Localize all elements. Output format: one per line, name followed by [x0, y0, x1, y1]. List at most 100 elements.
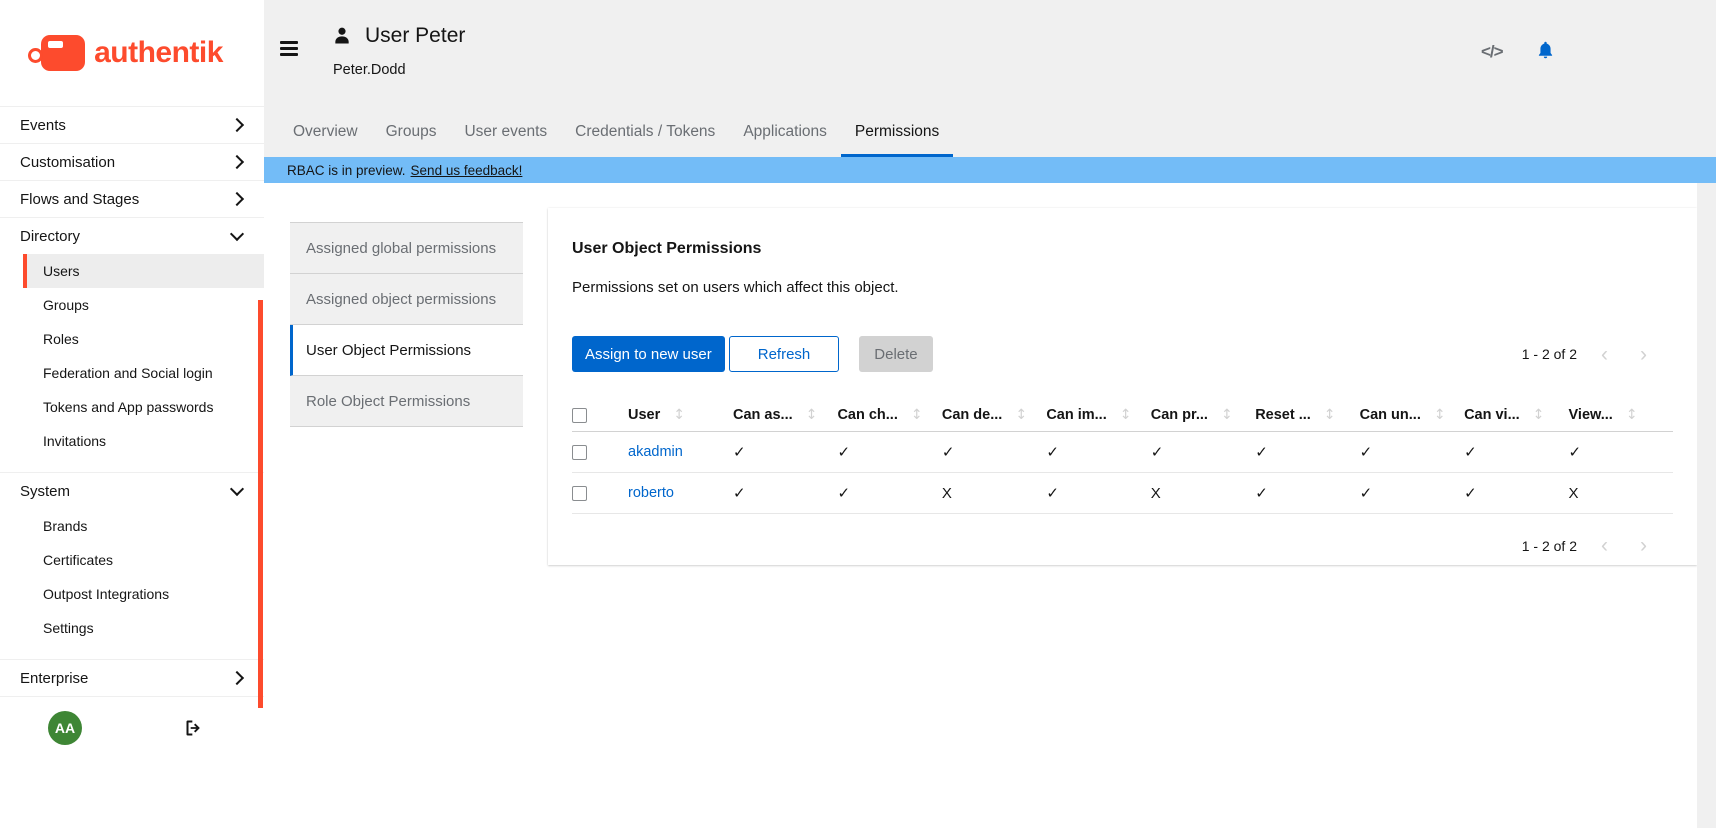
subtab-label: Assigned object permissions: [306, 291, 496, 308]
subtab-assigned-global-permissions[interactable]: Assigned global permissions: [290, 222, 523, 274]
perm-value: ✓: [1046, 444, 1059, 461]
sidebar-item-label: Settings: [43, 620, 94, 636]
chevron-down-icon: [230, 227, 244, 241]
authentik-logo[interactable]: authentik: [0, 0, 264, 106]
sort-icon[interactable]: ↕: [1120, 407, 1132, 423]
tab-applications[interactable]: Applications: [729, 107, 841, 157]
perm-value: X: [1151, 485, 1161, 502]
sort-icon[interactable]: ↕: [1533, 407, 1545, 423]
sidebar-item-label: Directory: [20, 228, 80, 245]
user-link[interactable]: akadmin: [628, 444, 683, 460]
pagination-prev-icon[interactable]: ‹: [1601, 535, 1608, 556]
chevron-right-icon: [230, 118, 244, 132]
sidebar-item-directory[interactable]: Directory: [0, 217, 264, 254]
sidebar-item-enterprise[interactable]: Enterprise: [0, 659, 264, 696]
banner-text: RBAC is in preview.: [287, 163, 406, 178]
sidebar-item-invitations[interactable]: Invitations: [23, 424, 264, 458]
sidebar-item-label: Groups: [43, 297, 89, 313]
perm-value: ✓: [837, 444, 850, 461]
app-window: authentik Events Customisation Flows and…: [0, 0, 1716, 828]
sidebar-item-federation[interactable]: Federation and Social login: [23, 356, 264, 390]
feedback-link[interactable]: Send us feedback!: [411, 163, 523, 178]
perm-value: ✓: [1360, 444, 1373, 461]
refresh-button[interactable]: Refresh: [729, 336, 840, 372]
card-description: Permissions set on users which affect th…: [572, 279, 1673, 296]
delete-button[interactable]: Delete: [859, 336, 932, 372]
sort-icon[interactable]: ↕: [1324, 407, 1336, 423]
sidebar-item-users[interactable]: Users: [23, 254, 264, 288]
tab-user-events[interactable]: User events: [450, 107, 561, 157]
tab-bar: Overview Groups User events Credentials …: [264, 107, 953, 157]
sort-icon[interactable]: ↕: [911, 407, 923, 423]
page-scrollbar[interactable]: [1697, 183, 1716, 828]
chevron-down-icon: [230, 482, 244, 496]
sidebar-item-label: Federation and Social login: [43, 365, 213, 381]
sort-icon[interactable]: ↕: [1626, 407, 1638, 423]
subtab-label: Role Object Permissions: [306, 393, 470, 410]
chevron-right-icon: [230, 192, 244, 206]
select-all-checkbox[interactable]: [572, 408, 587, 423]
sidebar-item-roles[interactable]: Roles: [23, 322, 264, 356]
tab-label: Groups: [386, 123, 437, 141]
sidebar-item-label: Certificates: [43, 552, 113, 568]
sort-icon[interactable]: ↕: [806, 407, 818, 423]
tab-label: Permissions: [855, 123, 939, 141]
pagination-next-icon[interactable]: ›: [1640, 535, 1647, 556]
subtab-user-object-permissions[interactable]: User Object Permissions: [290, 325, 523, 376]
authentik-logo-icon: [41, 35, 85, 71]
column-header-can-delete: Can de...↕: [942, 399, 1046, 432]
hamburger-menu-icon[interactable]: [280, 41, 298, 60]
sidebar-item-flows-and-stages[interactable]: Flows and Stages: [0, 180, 264, 217]
perm-value: ✓: [1569, 444, 1582, 461]
sidebar-item-label: Invitations: [43, 433, 106, 449]
tab-label: User events: [464, 123, 547, 141]
table-row: roberto ✓ ✓ X ✓ X ✓ ✓ ✓ X: [572, 473, 1673, 514]
sidebar-item-label: Enterprise: [20, 670, 88, 687]
sidebar-item-outpost-integrations[interactable]: Outpost Integrations: [23, 577, 264, 611]
pagination-next-icon[interactable]: ›: [1640, 344, 1647, 365]
chevron-right-icon: [230, 155, 244, 169]
sort-icon[interactable]: ↕: [1221, 407, 1233, 423]
subtab-assigned-object-permissions[interactable]: Assigned object permissions: [290, 274, 523, 325]
sidebar-item-label: Brands: [43, 518, 87, 534]
page-subtitle: Peter.Dodd: [333, 62, 406, 78]
tab-overview[interactable]: Overview: [279, 107, 372, 157]
sidebar-item-certificates[interactable]: Certificates: [23, 543, 264, 577]
sidebar-nav: Events Customisation Flows and Stages Di…: [0, 106, 264, 696]
subtab-role-object-permissions[interactable]: Role Object Permissions: [290, 376, 523, 427]
sidebar-item-settings[interactable]: Settings: [23, 611, 264, 645]
sort-icon[interactable]: ↕: [673, 407, 685, 423]
sort-icon[interactable]: ↕: [1015, 407, 1027, 423]
sidebar-item-label: Events: [20, 117, 66, 134]
pagination-prev-icon[interactable]: ‹: [1601, 344, 1608, 365]
perm-value: ✓: [837, 485, 850, 502]
notifications-bell-icon[interactable]: [1535, 40, 1556, 66]
logout-icon[interactable]: [184, 718, 204, 738]
sidebar-item-system[interactable]: System: [0, 472, 264, 509]
row-checkbox[interactable]: [572, 445, 587, 460]
sidebar-item-tokens[interactable]: Tokens and App passwords: [23, 390, 264, 424]
perm-value: ✓: [733, 485, 746, 502]
assign-to-new-user-button[interactable]: Assign to new user: [572, 336, 725, 372]
tab-label: Applications: [743, 123, 827, 141]
sidebar-scrollbar[interactable]: [258, 300, 263, 708]
sidebar-item-label: System: [20, 483, 70, 500]
user-link[interactable]: roberto: [628, 485, 674, 501]
avatar[interactable]: AA: [48, 711, 82, 745]
card-title: User Object Permissions: [572, 240, 1673, 258]
api-code-icon[interactable]: </>: [1481, 42, 1503, 62]
perm-value: ✓: [1046, 485, 1059, 502]
sort-icon[interactable]: ↕: [1434, 407, 1446, 423]
perm-value: ✓: [942, 444, 955, 461]
sidebar-item-brands[interactable]: Brands: [23, 509, 264, 543]
row-checkbox[interactable]: [572, 486, 587, 501]
permission-subtabs: Assigned global permissions Assigned obj…: [290, 222, 523, 427]
subtab-label: User Object Permissions: [306, 342, 471, 359]
sidebar-item-label: Outpost Integrations: [43, 586, 169, 602]
sidebar-item-groups[interactable]: Groups: [23, 288, 264, 322]
tab-credentials-tokens[interactable]: Credentials / Tokens: [561, 107, 729, 157]
sidebar-item-customisation[interactable]: Customisation: [0, 143, 264, 180]
sidebar-item-events[interactable]: Events: [0, 106, 264, 143]
tab-groups[interactable]: Groups: [372, 107, 451, 157]
tab-permissions[interactable]: Permissions: [841, 107, 953, 157]
